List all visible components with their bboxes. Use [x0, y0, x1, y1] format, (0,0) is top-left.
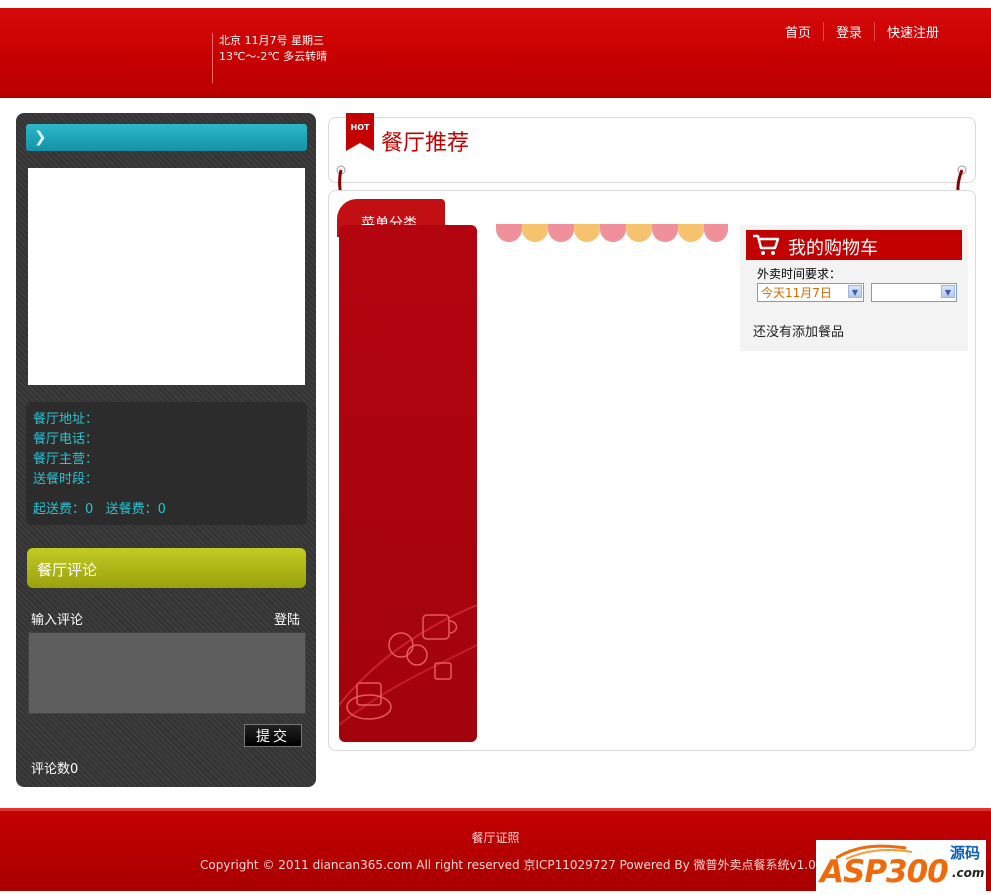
- footer-copyright: Copyright © 2011 diancan365.com All righ…: [200, 858, 816, 872]
- top-nav: 首页 登录 快速注册: [773, 22, 951, 41]
- food-illustration-icon: [339, 604, 477, 726]
- asp300-logo: ASP300 源码 .com: [816, 840, 986, 892]
- cart-header: 我的购物车: [746, 230, 962, 260]
- asp300-logo-source: 源码: [950, 844, 981, 862]
- scallop-decoration: [496, 224, 728, 242]
- chevron-down-icon: ▼: [848, 285, 862, 298]
- phone-label: 餐厅电话：: [33, 432, 99, 447]
- restaurant-image: [28, 168, 305, 385]
- recommend-title: 餐厅推荐: [381, 131, 470, 156]
- delivery-time-label: 外卖时间要求：: [757, 267, 842, 281]
- restaurant-sidebar: ❯ 餐厅地址： 餐厅电话： 餐厅主营： 送餐时段： 起送费：0 送餐费：0 餐厅…: [16, 113, 316, 787]
- review-title: 餐厅评论: [37, 561, 98, 579]
- review-count: 评论数0: [31, 762, 79, 777]
- weather-temperature: 13℃～-2℃ 多云转晴: [219, 50, 328, 63]
- menu-category-panel: [339, 225, 477, 742]
- shopping-cart-panel: 我的购物车 外卖时间要求： 今天11月7日 ▼ ▼ 还没有添加餐品: [740, 225, 968, 351]
- cart-title: 我的购物车: [788, 238, 878, 259]
- chevron-right-icon: ❯: [34, 128, 47, 146]
- fees-label: 起送费：0 送餐费：0: [33, 502, 166, 517]
- chevron-down-icon: ▼: [941, 285, 955, 298]
- submit-comment-button[interactable]: 提交: [244, 724, 302, 747]
- asp300-logo-com: .com: [952, 866, 985, 880]
- weather-date: 北京 11月7号 星期三: [219, 34, 324, 47]
- sidebar-title-bar: ❯: [26, 124, 307, 151]
- header-bar: 北京 11月7号 星期三 13℃～-2℃ 多云转晴 首页 登录 快速注册: [0, 8, 991, 98]
- review-header: 餐厅评论: [27, 548, 306, 588]
- asp300-logo-text: ASP300: [820, 854, 949, 890]
- nav-register-link[interactable]: 快速注册: [873, 22, 951, 41]
- main-business-label: 餐厅主营：: [33, 452, 99, 467]
- hot-badge-text: HOT: [351, 123, 370, 132]
- delivery-date-select[interactable]: 今天11月7日 ▼: [757, 283, 864, 302]
- weather-info: 北京 11月7号 星期三 13℃～-2℃ 多云转晴: [212, 33, 327, 83]
- restaurant-info: 餐厅地址： 餐厅电话： 餐厅主营： 送餐时段： 起送费：0 送餐费：0: [26, 402, 307, 525]
- address-label: 餐厅地址：: [33, 412, 99, 427]
- nav-home-link[interactable]: 首页: [773, 22, 823, 41]
- cart-empty-message: 还没有添加餐品: [753, 325, 845, 340]
- delivery-time-label: 送餐时段：: [33, 472, 99, 487]
- menu-section: 菜单分类 我的购物车 外卖时间要求： 今天11月7日 ▼ ▼ 还没有添加餐品: [328, 190, 976, 751]
- comment-input-label: 输入评论: [31, 613, 84, 628]
- comment-input[interactable]: [28, 632, 306, 714]
- hot-ribbon-icon: HOT: [346, 113, 374, 151]
- delivery-date-value: 今天11月7日: [761, 286, 832, 300]
- delivery-time-select[interactable]: ▼: [871, 283, 957, 302]
- shopping-cart-icon: [753, 234, 780, 255]
- review-login-link[interactable]: 登陆: [274, 609, 300, 628]
- nav-login-link[interactable]: 登录: [822, 22, 874, 41]
